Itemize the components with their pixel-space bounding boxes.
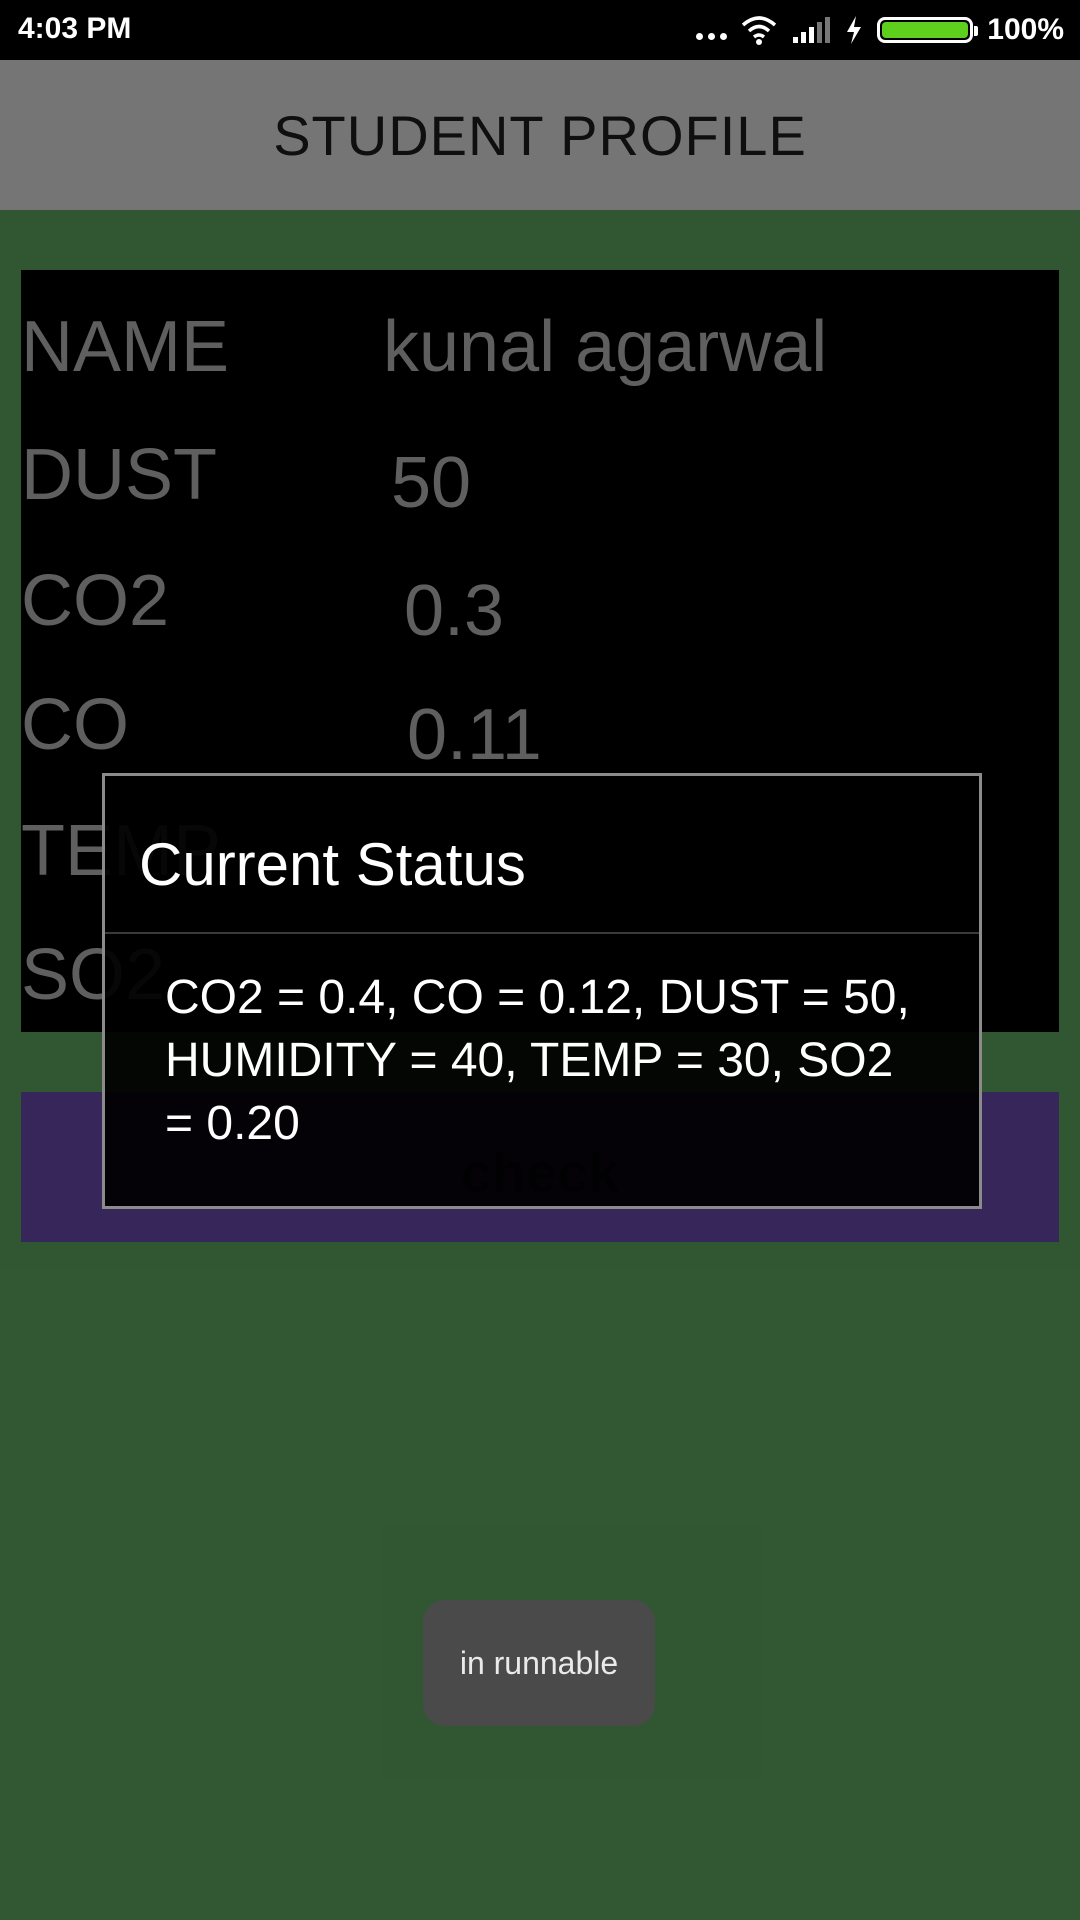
status-icons: 100% xyxy=(696,8,1064,52)
dialog-divider xyxy=(105,932,979,934)
dialog-message: CO2 = 0.4, CO = 0.12, DUST = 50, HUMIDIT… xyxy=(165,971,910,1150)
battery-icon xyxy=(877,17,979,43)
status-time: 4:03 PM xyxy=(18,12,132,45)
dialog-title: Current Status xyxy=(139,831,526,898)
more-dots-icon xyxy=(696,32,728,40)
battery-percent: 100% xyxy=(987,13,1064,46)
toast-message: in runnable xyxy=(423,1600,655,1726)
wifi-icon xyxy=(742,16,777,45)
status-bar: 4:03 PM 100% xyxy=(0,0,1080,60)
charging-icon xyxy=(847,16,862,44)
signal-icon xyxy=(793,17,831,43)
current-status-dialog: Current Status CO2 = 0.4, CO = 0.12, DUS… xyxy=(102,773,982,1209)
